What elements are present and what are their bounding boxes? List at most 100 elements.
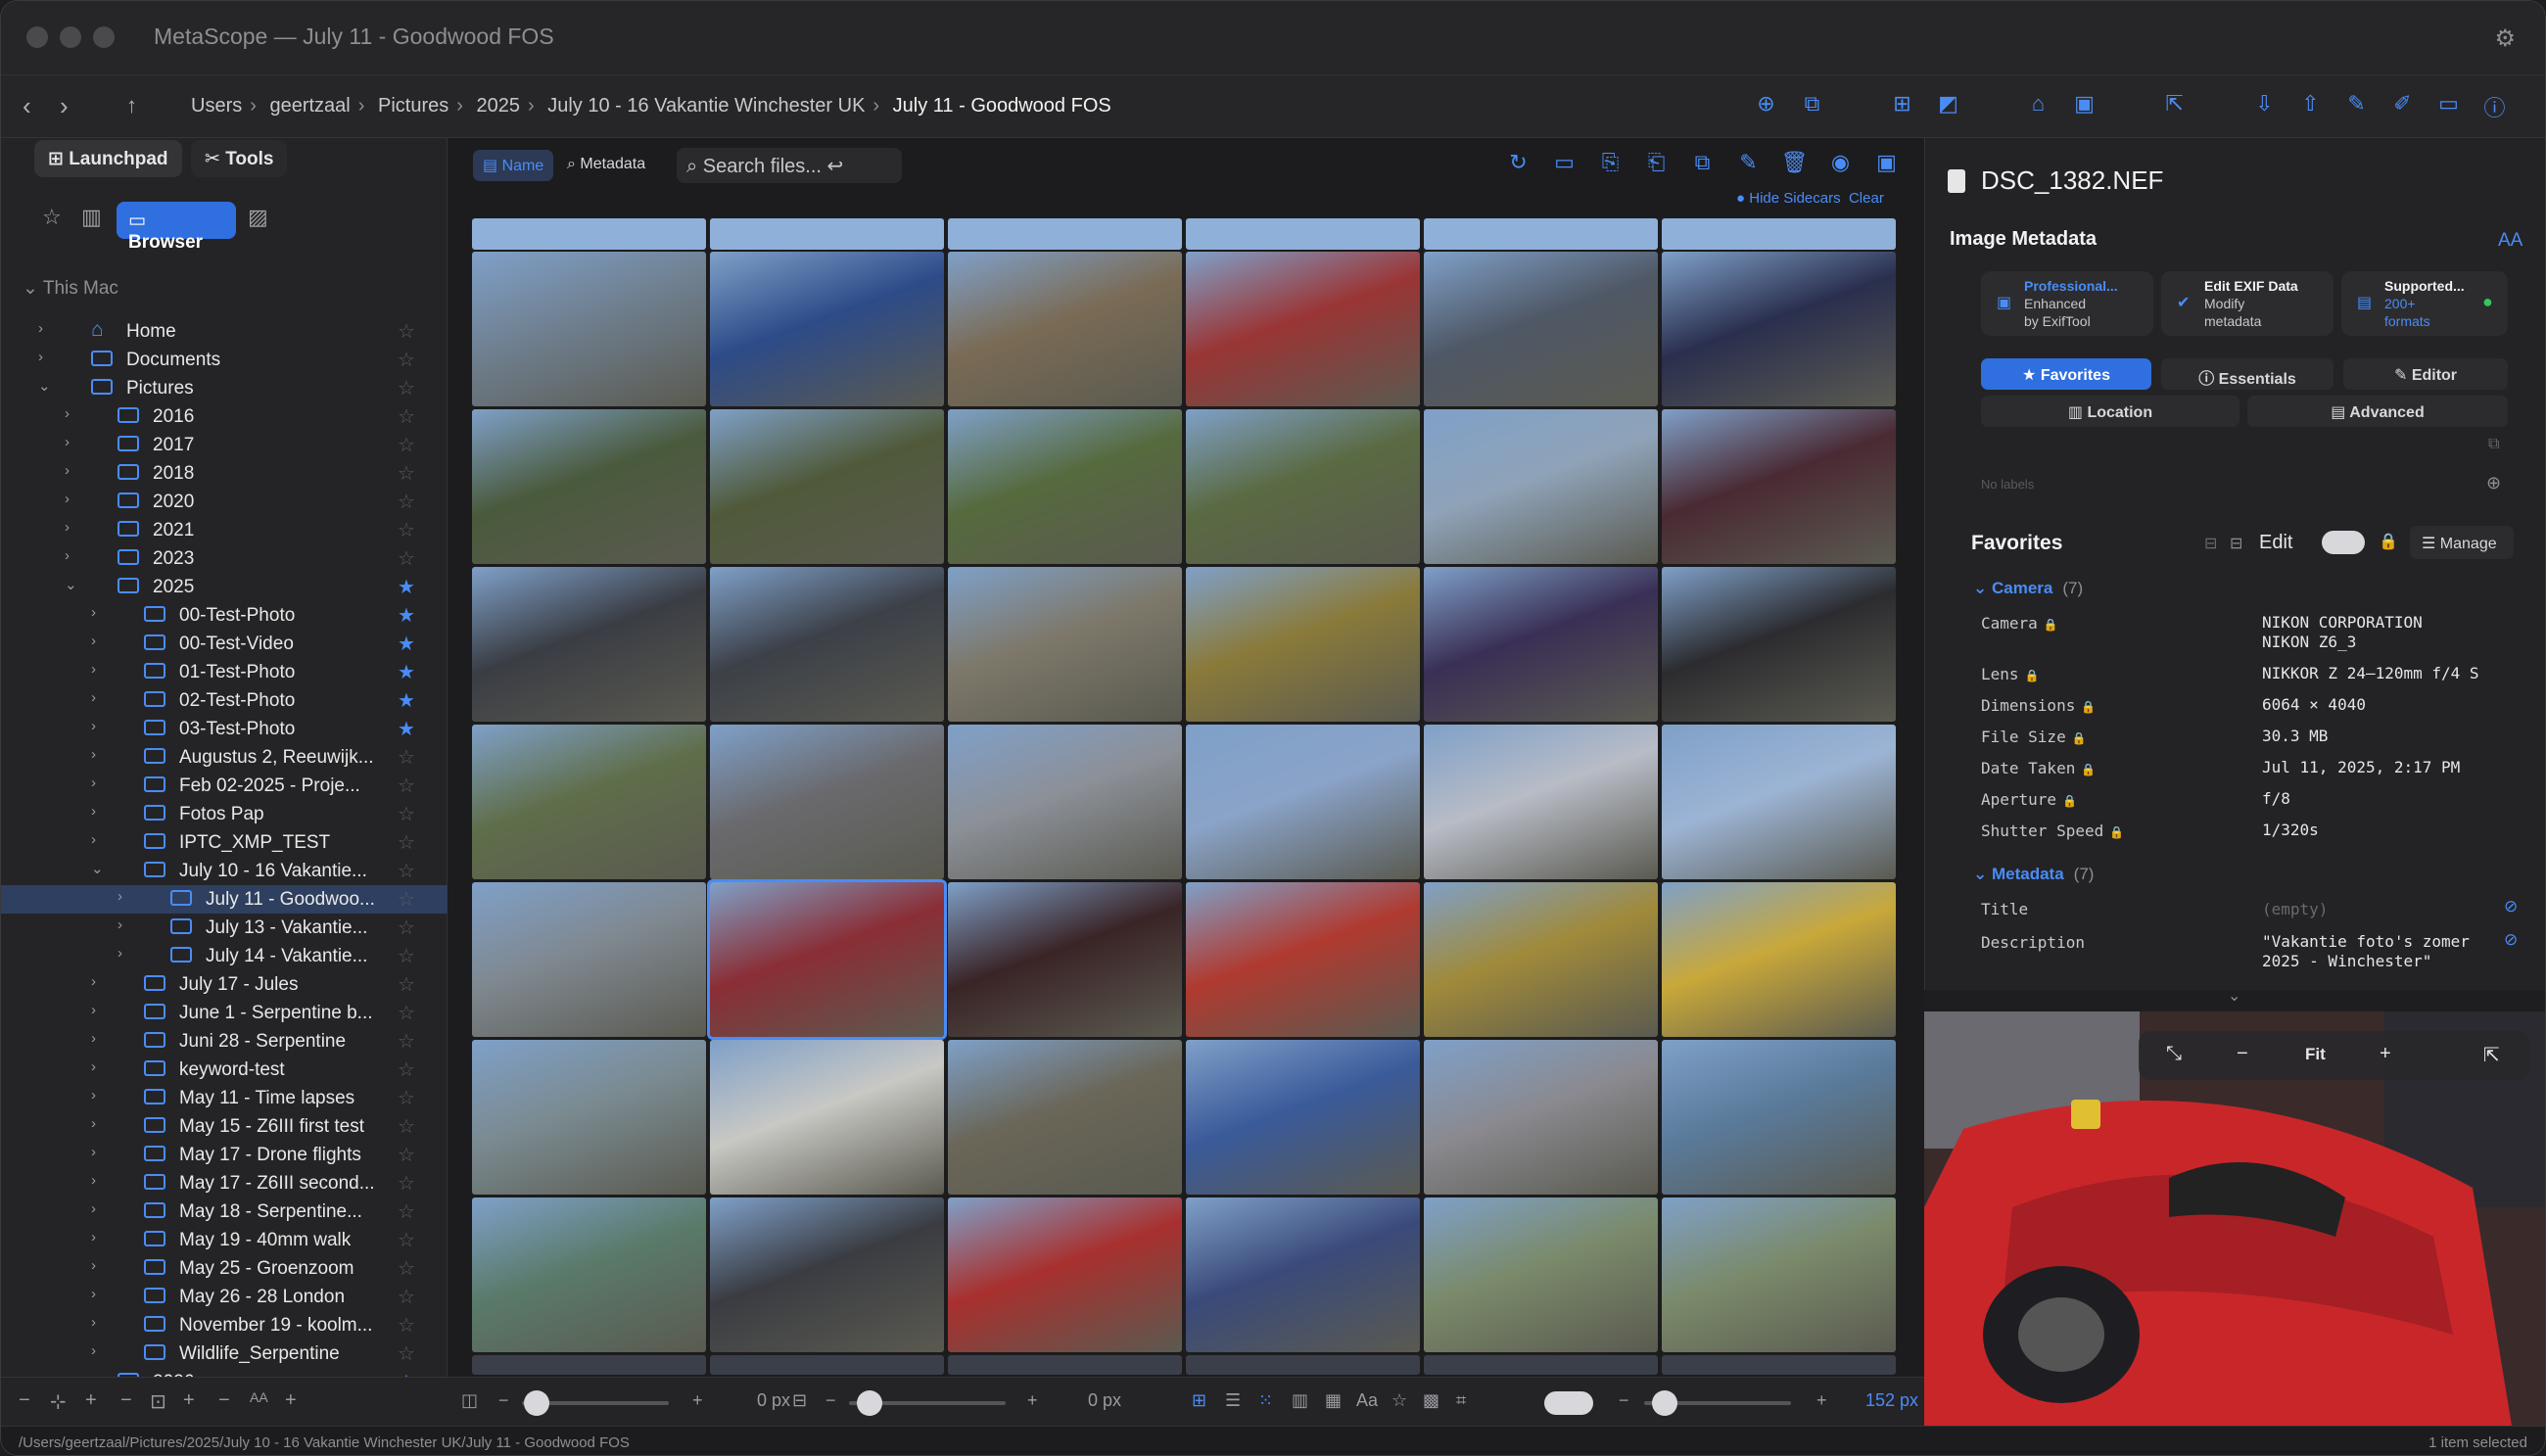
collapse-icon[interactable]: ⊟ bbox=[2204, 534, 2217, 553]
star-icon[interactable]: ☆ bbox=[398, 859, 415, 883]
grid-view-icon[interactable]: ⊞ bbox=[1192, 1390, 1206, 1411]
chevron-right-icon[interactable]: › bbox=[65, 462, 70, 479]
tab-favorites[interactable]: ★ Favorites bbox=[1981, 358, 2151, 390]
chevron-right-icon[interactable]: › bbox=[91, 633, 96, 649]
star-icon[interactable]: ☆ bbox=[398, 461, 415, 486]
list-view-icon[interactable]: ☰ bbox=[1225, 1390, 1241, 1411]
refresh-icon[interactable]: ↻ bbox=[1495, 150, 1541, 175]
sidebar-tree-item[interactable]: › May 15 - Z6III first test ☆ bbox=[1, 1112, 448, 1141]
hide-sidecars-button[interactable]: Hide Sidecars bbox=[1749, 190, 1840, 207]
tab-essentials[interactable]: ⓘ Essentials bbox=[2161, 358, 2334, 390]
clipboard-icon[interactable]: ▭ bbox=[2426, 91, 2472, 122]
browser-button[interactable]: ▭ Browser bbox=[117, 202, 236, 253]
thumbnail[interactable] bbox=[948, 252, 1182, 406]
tiles-icon[interactable]: ▦ bbox=[1325, 1390, 1342, 1411]
chevron-right-icon[interactable]: › bbox=[91, 1002, 96, 1018]
edit-toggle[interactable] bbox=[2322, 531, 2365, 554]
sidebar-tree-item[interactable]: › Augustus 2, Reeuwijk... ☆ bbox=[1, 743, 448, 772]
slider-knob[interactable] bbox=[857, 1390, 882, 1416]
sidebar-tree-item[interactable]: › May 19 - 40mm walk ☆ bbox=[1, 1226, 448, 1254]
chevron-right-icon[interactable]: › bbox=[91, 1144, 96, 1160]
minus-icon[interactable]: − bbox=[1619, 1390, 1629, 1411]
thumbnail[interactable] bbox=[1186, 725, 1420, 879]
thumbnail[interactable] bbox=[1662, 218, 1896, 250]
star-icon[interactable]: ☆ bbox=[398, 1114, 415, 1139]
thumbnail[interactable] bbox=[472, 567, 706, 722]
sidebar-tree-item[interactable]: › 2021 ☆ bbox=[1, 516, 448, 544]
grid-view-icon[interactable]: ⊞ bbox=[1879, 91, 1925, 122]
thumbnail[interactable] bbox=[948, 567, 1182, 722]
star-icon[interactable]: ☆ bbox=[1391, 1390, 1407, 1411]
chevron-right-icon[interactable]: › bbox=[38, 320, 43, 337]
view-toggle[interactable] bbox=[1544, 1391, 1593, 1415]
grid-overlay-icon[interactable]: ▩ bbox=[1423, 1390, 1439, 1411]
star-icon[interactable]: ☆ bbox=[398, 1285, 415, 1309]
thumbnail[interactable] bbox=[1662, 1040, 1896, 1195]
card-supported-formats[interactable]: ▤ Supported... 200+ formats ● bbox=[2341, 271, 2508, 336]
star-icon[interactable]: ☆ bbox=[398, 1001, 415, 1025]
copy-icon[interactable]: ⧉ bbox=[2488, 436, 2499, 453]
description-field[interactable]: "Vakantie foto's zomer 2025 - Winchester" bbox=[2262, 932, 2470, 971]
thumbnail[interactable] bbox=[1424, 567, 1658, 722]
sidebar-tree-item[interactable]: › 2023 ☆ bbox=[1, 544, 448, 573]
sidebar-tree-item[interactable]: › 01-Test-Photo ★ bbox=[1, 658, 448, 686]
thumbnail[interactable] bbox=[1186, 1040, 1420, 1195]
sidebar-tree-item[interactable]: › Wildlife_Serpentine ☆ bbox=[1, 1339, 448, 1368]
tag-icon[interactable]: ⌂ bbox=[2015, 91, 2061, 122]
close-window-button[interactable] bbox=[26, 26, 48, 48]
sidebar-tree-item[interactable]: › May 11 - Time lapses ☆ bbox=[1, 1084, 448, 1112]
thumbnail[interactable] bbox=[948, 1040, 1182, 1195]
thumbnail[interactable] bbox=[1424, 1355, 1658, 1375]
chevron-down-icon[interactable]: ⌄ bbox=[91, 860, 104, 877]
thumbnail[interactable] bbox=[710, 1040, 944, 1195]
star-icon[interactable]: ☆ bbox=[398, 546, 415, 571]
slider-knob[interactable] bbox=[1652, 1390, 1677, 1416]
thumbnail[interactable] bbox=[472, 1355, 706, 1375]
sidebar-tree-item[interactable]: › IPTC_XMP_TEST ☆ bbox=[1, 828, 448, 857]
thumbnail[interactable] bbox=[1662, 1355, 1896, 1375]
up-arrow-icon[interactable]: ↑ bbox=[126, 93, 137, 118]
filter-icon[interactable]: ◉ bbox=[1817, 150, 1863, 175]
thumbnail[interactable] bbox=[1424, 882, 1658, 1037]
chevron-right-icon[interactable]: › bbox=[65, 434, 70, 450]
chevron-right-icon[interactable]: › bbox=[91, 718, 96, 734]
thumbnail[interactable] bbox=[1662, 409, 1896, 564]
thumbnail[interactable] bbox=[1424, 725, 1658, 879]
star-icon[interactable]: ☆ bbox=[398, 944, 415, 968]
copy-icon[interactable]: ⎘ bbox=[1587, 150, 1633, 175]
card-professional[interactable]: ▣ Professional... Enhanced by ExifTool bbox=[1981, 271, 2153, 336]
breadcrumb-item[interactable]: July 10 - 16 Vakantie Winchester UK bbox=[547, 95, 865, 117]
chevron-down-icon[interactable]: ⌄ bbox=[65, 576, 77, 593]
breadcrumb-item[interactable]: geertzaal bbox=[269, 95, 350, 117]
star-icon[interactable]: ☆ bbox=[398, 887, 415, 912]
sidebar-tree-item[interactable]: › Fotos Pap ☆ bbox=[1, 800, 448, 828]
thumbnail[interactable] bbox=[1424, 252, 1658, 406]
star-icon[interactable]: ☆ bbox=[398, 1057, 415, 1082]
sidebar-tree-item[interactable]: › May 18 - Serpentine... ☆ bbox=[1, 1198, 448, 1226]
minimize-window-button[interactable] bbox=[60, 26, 81, 48]
tab-metadata[interactable]: ⌕ Metadata bbox=[557, 150, 655, 181]
sidebar-footer-button[interactable]: ⊹ bbox=[50, 1389, 67, 1414]
pencil-icon[interactable]: ✎ bbox=[2334, 91, 2380, 122]
tab-editor[interactable]: ✎ Editor bbox=[2343, 358, 2508, 390]
sidebar-footer-button[interactable]: ⊡ bbox=[150, 1389, 166, 1414]
star-icon[interactable]: ☆ bbox=[398, 1171, 415, 1196]
panel-divider[interactable]: ⌄ bbox=[1924, 988, 2545, 1011]
thumbnail[interactable] bbox=[948, 725, 1182, 879]
star-icon[interactable]: ☆ bbox=[398, 433, 415, 457]
thumbnail[interactable] bbox=[1662, 725, 1896, 879]
card-edit-exif[interactable]: ✔ Edit EXIF Data Modify metadata bbox=[2161, 271, 2334, 336]
sidecar-icon[interactable]: ▣ bbox=[1863, 150, 1910, 175]
camera-group-header[interactable]: ⌄ Camera (7) bbox=[1973, 579, 2083, 598]
chevron-right-icon[interactable]: › bbox=[65, 547, 70, 564]
thumbnail[interactable] bbox=[1662, 567, 1896, 722]
sidebar-tree-item[interactable]: › May 17 - Z6III second... ☆ bbox=[1, 1169, 448, 1198]
sidebar-tree-item[interactable]: › July 11 - Goodwoo... ☆ bbox=[1, 885, 448, 914]
chevron-right-icon[interactable]: › bbox=[91, 746, 96, 763]
thumbnail[interactable] bbox=[1662, 252, 1896, 406]
sidebar-tree-item[interactable]: › 2020 ☆ bbox=[1, 488, 448, 516]
thumbnail[interactable] bbox=[472, 725, 706, 879]
thumbnail[interactable] bbox=[1186, 1355, 1420, 1375]
chevron-right-icon[interactable]: › bbox=[91, 1058, 96, 1075]
star-icon[interactable]: ☆ bbox=[42, 205, 62, 230]
